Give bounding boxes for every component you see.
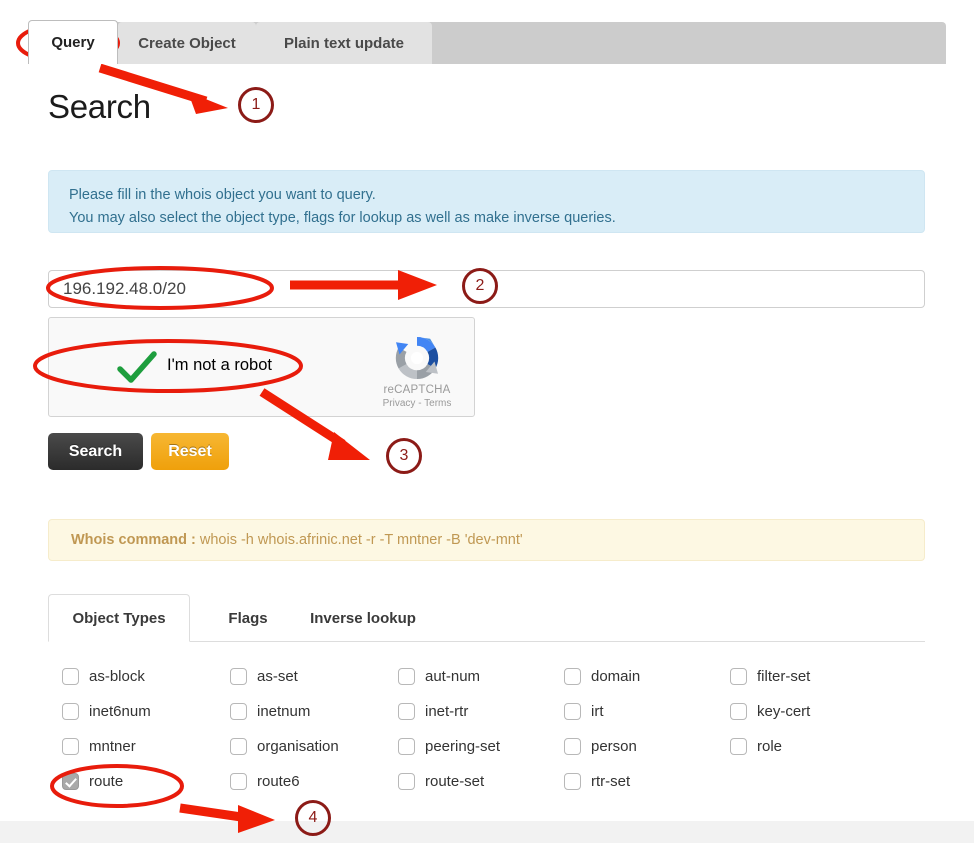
tab-create-object[interactable]: Create Object xyxy=(118,22,256,64)
checkbox-unchecked-icon[interactable] xyxy=(230,668,247,685)
checkbox-unchecked-icon[interactable] xyxy=(564,773,581,790)
checkbox-person[interactable]: person xyxy=(564,738,637,755)
checkbox-domain[interactable]: domain xyxy=(564,668,640,685)
recaptcha-label: I'm not a robot xyxy=(167,356,272,375)
recaptcha-logo-icon xyxy=(389,330,445,386)
annotation-number-3: 3 xyxy=(386,438,422,474)
checkbox-unchecked-icon[interactable] xyxy=(230,703,247,720)
checkbox-unchecked-icon[interactable] xyxy=(398,668,415,685)
checkbox-unchecked-icon[interactable] xyxy=(398,703,415,720)
checkbox-label: irt xyxy=(591,703,604,720)
whois-command-bar: Whois command : whois -h whois.afrinic.n… xyxy=(48,519,925,561)
checkbox-unchecked-icon[interactable] xyxy=(230,738,247,755)
checkbox-label: as-block xyxy=(89,668,145,685)
checkbox-filter-set[interactable]: filter-set xyxy=(730,668,810,685)
info-alert-line-1: Please fill in the whois object you want… xyxy=(69,184,904,207)
checkbox-unchecked-icon[interactable] xyxy=(730,738,747,755)
whois-query-page: QueryCreate ObjectPlain text update Sear… xyxy=(0,0,974,843)
checkbox-unchecked-icon[interactable] xyxy=(62,738,79,755)
recaptcha-brand: reCAPTCHA Privacy - Terms xyxy=(374,330,460,409)
tab-plain-text-update[interactable]: Plain text update xyxy=(256,22,432,64)
annotation-number-2: 2 xyxy=(462,268,498,304)
reset-button[interactable]: Reset xyxy=(151,433,229,470)
inner-tab-object-types[interactable]: Object Types xyxy=(48,594,190,642)
checkbox-peering-set[interactable]: peering-set xyxy=(398,738,500,755)
whois-command-label: Whois command : xyxy=(71,532,196,548)
checkbox-label: aut-num xyxy=(425,668,480,685)
annotation-number-1: 1 xyxy=(238,87,274,123)
checkbox-label: person xyxy=(591,738,637,755)
checkbox-irt[interactable]: irt xyxy=(564,703,604,720)
checkbox-label: filter-set xyxy=(757,668,810,685)
checkbox-as-block[interactable]: as-block xyxy=(62,668,145,685)
checkbox-key-cert[interactable]: key-cert xyxy=(730,703,810,720)
annotation-number-4: 4 xyxy=(295,800,331,836)
checkbox-label: organisation xyxy=(257,738,339,755)
checkbox-aut-num[interactable]: aut-num xyxy=(398,668,480,685)
inner-tab-inverse-lookup[interactable]: Inverse lookup xyxy=(288,594,438,642)
checkbox-label: inet-rtr xyxy=(425,703,468,720)
checkbox-unchecked-icon[interactable] xyxy=(62,668,79,685)
checkbox-label: rtr-set xyxy=(591,773,630,790)
checkbox-label: peering-set xyxy=(425,738,500,755)
checkbox-unchecked-icon[interactable] xyxy=(730,703,747,720)
info-alert: Please fill in the whois object you want… xyxy=(48,170,925,233)
recaptcha-terms-link[interactable]: Privacy - Terms xyxy=(374,398,460,409)
checkbox-label: inet6num xyxy=(89,703,151,720)
checkbox-label: route6 xyxy=(257,773,300,790)
checkbox-mntner[interactable]: mntner xyxy=(62,738,136,755)
page-title: Search xyxy=(48,88,151,126)
checkbox-unchecked-icon[interactable] xyxy=(730,668,747,685)
checkbox-role[interactable]: role xyxy=(730,738,782,755)
checkbox-organisation[interactable]: organisation xyxy=(230,738,339,755)
tab-query[interactable]: Query xyxy=(28,20,118,64)
checkbox-route6[interactable]: route6 xyxy=(230,773,300,790)
checkbox-route-set[interactable]: route-set xyxy=(398,773,484,790)
info-alert-line-2: You may also select the object type, fla… xyxy=(69,207,904,230)
inner-tab-flags[interactable]: Flags xyxy=(208,594,288,642)
checkbox-label: key-cert xyxy=(757,703,810,720)
checkbox-unchecked-icon[interactable] xyxy=(62,703,79,720)
checkbox-label: domain xyxy=(591,668,640,685)
green-checkmark-icon[interactable] xyxy=(115,346,159,390)
search-button[interactable]: Search xyxy=(48,433,143,470)
checkbox-label: route-set xyxy=(425,773,484,790)
checkbox-unchecked-icon[interactable] xyxy=(564,738,581,755)
checkbox-inet6num[interactable]: inet6num xyxy=(62,703,151,720)
object-filter-tabs: Object Types FlagsInverse lookup xyxy=(48,594,925,642)
checkbox-label: role xyxy=(757,738,782,755)
recaptcha-widget[interactable]: I'm not a robot reCAPTCHA Privacy - Term… xyxy=(48,317,475,417)
checkbox-rtr-set[interactable]: rtr-set xyxy=(564,773,630,790)
checkbox-unchecked-icon[interactable] xyxy=(564,668,581,685)
checkbox-label: as-set xyxy=(257,668,298,685)
checkbox-unchecked-icon[interactable] xyxy=(398,738,415,755)
checkbox-checked-icon[interactable] xyxy=(62,773,79,790)
main-tabbar: QueryCreate ObjectPlain text update xyxy=(28,22,946,64)
checkbox-route[interactable]: route xyxy=(62,773,123,790)
checkbox-label: inetnum xyxy=(257,703,310,720)
whois-command-value: whois -h whois.afrinic.net -r -T mntner … xyxy=(200,532,523,548)
checkbox-as-set[interactable]: as-set xyxy=(230,668,298,685)
checkbox-label: route xyxy=(89,773,123,790)
checkbox-unchecked-icon[interactable] xyxy=(398,773,415,790)
checkbox-inet-rtr[interactable]: inet-rtr xyxy=(398,703,468,720)
recaptcha-brand-name: reCAPTCHA xyxy=(374,384,460,396)
checkbox-inetnum[interactable]: inetnum xyxy=(230,703,310,720)
checkbox-unchecked-icon[interactable] xyxy=(564,703,581,720)
footer-strip xyxy=(0,821,974,843)
checkbox-label: mntner xyxy=(89,738,136,755)
checkbox-unchecked-icon[interactable] xyxy=(230,773,247,790)
